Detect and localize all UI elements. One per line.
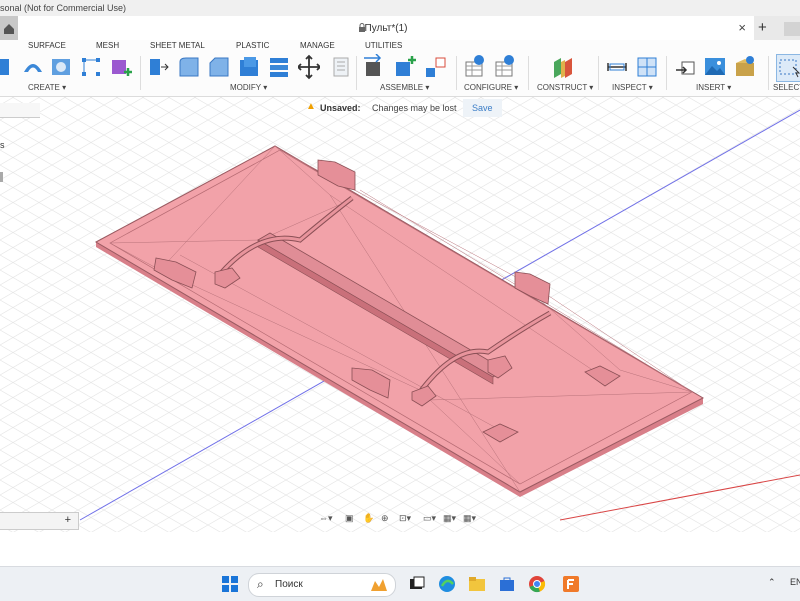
combine-icon[interactable] xyxy=(268,54,290,80)
create-form-icon[interactable] xyxy=(110,54,132,80)
new-tab-button[interactable]: + xyxy=(758,19,767,36)
create-menu[interactable]: CREATE ▾ xyxy=(28,83,66,92)
insert-mcmaster-icon[interactable] xyxy=(734,54,756,80)
store-icon[interactable] xyxy=(498,575,516,593)
modify-menu[interactable]: MODIFY ▾ xyxy=(230,83,267,92)
configure-table-icon[interactable] xyxy=(464,54,486,80)
document-tab-title: Пульт*(1) xyxy=(364,23,408,34)
window-title: sonal (Not for Commercial Use) xyxy=(0,3,127,13)
warning-icon: ▲ xyxy=(306,101,316,112)
revolve-tool-icon[interactable] xyxy=(22,54,44,80)
hole-tool-icon[interactable] xyxy=(50,54,72,80)
insert-menu[interactable]: INSERT ▾ xyxy=(696,83,731,92)
select-tool-button[interactable] xyxy=(776,54,800,82)
toolbar-divider xyxy=(768,56,769,90)
select-menu[interactable]: SELECT xyxy=(773,83,800,92)
tray-chevron-icon[interactable]: ⌃ xyxy=(768,577,776,588)
select-cursor-icon xyxy=(779,59,800,78)
insert-canvas-icon[interactable] xyxy=(704,54,726,80)
zoom-icon[interactable]: ⊕ xyxy=(381,513,389,524)
comments-panel[interactable]: + xyxy=(0,512,79,530)
search-placeholder: Поиск xyxy=(275,579,303,590)
fillet-icon[interactable] xyxy=(178,54,200,80)
window-title-bar: sonal (Not for Commercial Use) xyxy=(0,0,800,16)
document-tab-bar: Пульт*(1) × + xyxy=(0,16,800,41)
orbit-icon[interactable]: ⇔▾ xyxy=(319,513,333,524)
as-built-joint-icon[interactable] xyxy=(424,54,446,80)
section-analysis-icon[interactable] xyxy=(636,54,658,80)
assemble-menu[interactable]: ASSEMBLE ▾ xyxy=(380,83,429,92)
joint-icon[interactable] xyxy=(394,54,416,80)
edge-browser-icon[interactable] xyxy=(438,575,456,593)
search-highlight-icon xyxy=(371,579,387,591)
account-button[interactable] xyxy=(784,22,800,36)
toolbar-divider xyxy=(666,56,667,90)
offset-plane-icon[interactable] xyxy=(552,54,574,80)
toolbar-divider xyxy=(456,56,457,90)
close-tab-button[interactable]: × xyxy=(738,20,746,35)
chamfer-icon[interactable] xyxy=(208,54,230,80)
look-at-icon[interactable]: ▣ xyxy=(345,513,354,524)
browser-item-marker xyxy=(0,172,3,182)
viewports-icon[interactable]: ▦▾ xyxy=(463,513,476,524)
measure-icon[interactable] xyxy=(606,54,628,80)
extrude-tool-icon[interactable] xyxy=(0,54,22,80)
language-indicator[interactable]: EN xyxy=(790,577,800,587)
chrome-icon[interactable] xyxy=(528,575,546,593)
taskbar-search[interactable]: ⌕ Поиск xyxy=(248,573,396,597)
task-view-icon[interactable] xyxy=(408,575,426,593)
model-viewport[interactable] xyxy=(0,97,800,532)
move-icon[interactable] xyxy=(298,54,320,80)
tab-plastic[interactable]: PLASTIC xyxy=(236,41,269,50)
toolbar-divider xyxy=(140,56,141,90)
search-icon: ⌕ xyxy=(257,577,264,591)
tab-sheet-metal[interactable]: SHEET METAL xyxy=(150,41,205,50)
save-button[interactable]: Save xyxy=(463,99,502,117)
ribbon-toolbar: SURFACE MESH SHEET METAL PLASTIC MANAGE … xyxy=(0,40,800,97)
shell-icon[interactable] xyxy=(238,54,260,80)
construct-menu[interactable]: CONSTRUCT ▾ xyxy=(537,83,593,92)
display-settings-icon[interactable]: ▭▾ xyxy=(423,513,436,524)
fit-icon[interactable]: ⊡▾ xyxy=(399,513,411,524)
toolbar-divider xyxy=(528,56,529,90)
tab-mesh[interactable]: MESH xyxy=(96,41,119,50)
tab-utilities[interactable]: UTILITIES xyxy=(365,41,402,50)
new-component-icon[interactable] xyxy=(364,54,386,80)
home-icon xyxy=(4,24,14,34)
inspect-menu[interactable]: INSPECT ▾ xyxy=(612,83,653,92)
design-canvas[interactable] xyxy=(0,97,800,532)
tab-manage[interactable]: MANAGE xyxy=(300,41,335,50)
insert-derive-icon[interactable] xyxy=(676,54,698,80)
home-button[interactable] xyxy=(0,16,18,40)
add-comment-button[interactable]: + xyxy=(65,514,71,526)
configure-rule-icon[interactable] xyxy=(494,54,516,80)
toolbar-divider xyxy=(356,56,357,90)
align-icon[interactable] xyxy=(328,54,350,80)
grid-settings-icon[interactable]: ▦▾ xyxy=(443,513,456,524)
unsaved-message: Changes may be lost xyxy=(372,103,457,113)
toolbar-divider xyxy=(598,56,599,90)
file-explorer-icon[interactable] xyxy=(468,575,486,593)
document-tab[interactable]: Пульт*(1) × xyxy=(18,16,754,40)
press-pull-icon[interactable] xyxy=(148,54,170,80)
unsaved-label: Unsaved: xyxy=(320,103,361,113)
windows-start-icon[interactable] xyxy=(222,576,238,592)
fusion-app-icon[interactable] xyxy=(562,575,580,593)
os-taskbar: ⌕ Поиск ⌃ EN xyxy=(0,566,800,601)
pan-icon[interactable]: ✋ xyxy=(363,513,374,524)
pattern-tool-icon[interactable] xyxy=(80,54,102,80)
browser-item-label[interactable]: s xyxy=(0,140,5,150)
configure-menu[interactable]: CONFIGURE ▾ xyxy=(464,83,518,92)
browser-panel-header[interactable] xyxy=(0,103,40,118)
tab-surface[interactable]: SURFACE xyxy=(28,41,66,50)
